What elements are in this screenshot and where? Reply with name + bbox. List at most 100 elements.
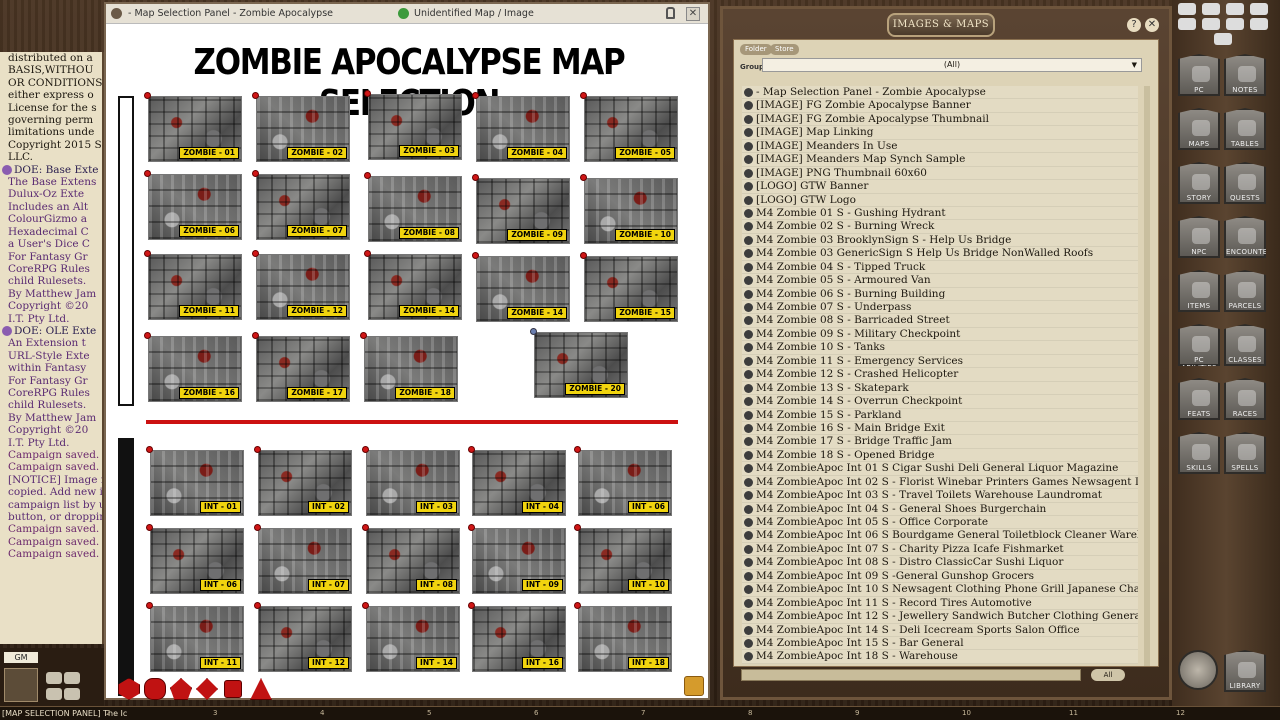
tool-icon[interactable] <box>1250 18 1268 30</box>
map-pin-icon[interactable] <box>252 92 259 99</box>
image-link-icon[interactable] <box>744 585 753 595</box>
map-thumbnail[interactable]: INT - 16 <box>468 602 566 672</box>
image-link-icon[interactable] <box>744 343 753 353</box>
list-item[interactable]: M4 Zombie 07 S - Underpass <box>742 301 1138 315</box>
image-link-icon[interactable] <box>744 303 753 312</box>
list-item[interactable]: M4 ZombieApoc Int 08 S - Distro ClassicC… <box>742 556 1138 570</box>
settings-icon[interactable] <box>1202 3 1220 15</box>
image-link-icon[interactable] <box>744 141 753 151</box>
image-link-icon[interactable] <box>744 652 753 662</box>
filter-input[interactable] <box>741 669 1081 681</box>
map-pin-icon[interactable] <box>468 524 475 531</box>
map-thumbnail[interactable]: INT - 12 <box>254 602 352 672</box>
list-item[interactable]: M4 Zombie 10 S - Tanks <box>742 341 1138 355</box>
sidebar-button-parcels[interactable]: PARCELS <box>1224 270 1266 312</box>
map-thumbnail[interactable]: ZOMBIE - 01 <box>144 92 242 162</box>
sidebar-button-maps[interactable]: MAPS <box>1178 108 1220 150</box>
list-item[interactable]: M4 ZombieApoc Int 14 S - Deli Icecream S… <box>742 623 1138 637</box>
toggle-icon[interactable] <box>1178 3 1196 15</box>
list-item[interactable]: M4 Zombie 06 S - Burning Building <box>742 287 1138 301</box>
map-pin-icon[interactable] <box>254 524 261 531</box>
image-link-icon[interactable] <box>744 289 753 299</box>
map-pin-icon[interactable] <box>580 252 587 259</box>
image-link-icon[interactable] <box>744 477 753 487</box>
map-thumbnail[interactable]: INT - 10 <box>574 524 672 594</box>
map-thumbnail[interactable]: ZOMBIE - 14 <box>472 252 570 322</box>
list-item[interactable]: M4 ZombieApoc Int 03 S - Travel Toilets … <box>742 489 1138 503</box>
d6-dice-icon[interactable] <box>224 680 242 698</box>
d4-dice-icon[interactable] <box>250 678 272 700</box>
sidebar-button-pc-abilities[interactable]: PC ABILITIES <box>1178 324 1220 366</box>
map-pin-icon[interactable] <box>574 602 581 609</box>
map-pin-icon[interactable] <box>574 524 581 531</box>
map-thumbnail[interactable]: INT - 11 <box>146 602 244 672</box>
image-link-icon[interactable] <box>744 450 753 460</box>
help-button[interactable]: ? <box>1127 18 1141 32</box>
map-pin-icon[interactable] <box>574 446 581 453</box>
map-thumbnail[interactable]: INT - 04 <box>468 446 566 516</box>
folder-tab[interactable]: Folder <box>740 44 772 55</box>
image-link-icon[interactable] <box>744 182 753 192</box>
list-item[interactable]: [LOGO] GTW Banner <box>742 180 1138 194</box>
sidebar-button-feats[interactable]: FEATS <box>1178 378 1220 420</box>
image-link-icon[interactable] <box>744 195 753 205</box>
image-link-icon[interactable] <box>744 612 753 622</box>
list-item[interactable]: M4 Zombie 01 S - Gushing Hydrant <box>742 206 1138 221</box>
sidebar-button-quests[interactable]: QUESTS <box>1224 162 1266 204</box>
image-link-icon[interactable] <box>744 518 753 527</box>
gear-icon[interactable] <box>1250 3 1268 15</box>
map-thumbnail[interactable]: INT - 08 <box>362 524 460 594</box>
list-item[interactable]: M4 ZombieApoc Int 15 S - Bar General <box>742 636 1138 651</box>
list-item[interactable]: M4 ZombieApoc Int 07 S - Charity Pizza I… <box>742 542 1138 557</box>
list-item[interactable]: M4 ZombieApoc Int 18 S - Warehouse <box>742 650 1138 664</box>
image-link-icon[interactable] <box>744 222 753 232</box>
map-thumbnail[interactable]: INT - 09 <box>468 524 566 594</box>
list-item[interactable]: M4 ZombieApoc Int 01 S Cigar Sushi Deli … <box>742 462 1138 476</box>
sidebar-button-items[interactable]: ITEMS <box>1178 270 1220 312</box>
sidebar-button-encounters[interactable]: ENCOUNTERS <box>1224 216 1266 258</box>
map-thumbnail[interactable]: ZOMBIE - 11 <box>144 250 242 320</box>
mode-button[interactable] <box>46 688 62 700</box>
list-item[interactable]: M4 Zombie 15 S - Parkland <box>742 408 1138 422</box>
map-thumbnail[interactable]: ZOMBIE - 20 <box>530 328 628 398</box>
image-link-icon[interactable] <box>744 168 753 178</box>
sidebar-button-skills[interactable]: SKILLS <box>1178 432 1220 474</box>
lock-icon[interactable] <box>666 7 675 19</box>
tool-icon[interactable] <box>1226 18 1244 30</box>
sidebar-button-spells[interactable]: SPELLS <box>1224 432 1266 474</box>
modifier-wheel-icon[interactable] <box>1178 650 1218 690</box>
list-item[interactable]: M4 Zombie 05 S - Armoured Van <box>742 274 1138 288</box>
list-item[interactable]: [IMAGE] FG Zombie Apocalypse Banner <box>742 99 1138 113</box>
map-pin-icon[interactable] <box>144 170 151 177</box>
map-thumbnail[interactable]: INT - 06 <box>574 446 672 516</box>
list-item[interactable]: M4 ZombieApoc Int 09 S -General Gunshop … <box>742 569 1138 584</box>
image-link-icon[interactable] <box>744 370 753 380</box>
map-pin-icon[interactable] <box>580 174 587 181</box>
sidebar-button-story[interactable]: STORY <box>1178 162 1220 204</box>
list-item[interactable]: M4 Zombie 13 S - Skatepark <box>742 381 1138 396</box>
mode-button[interactable] <box>64 688 80 700</box>
tool-icon[interactable] <box>1202 18 1220 30</box>
close-button[interactable]: ✕ <box>1145 18 1159 32</box>
sidebar-button-notes[interactable]: NOTES <box>1224 54 1266 96</box>
image-link-icon[interactable] <box>744 383 753 393</box>
image-link-icon[interactable] <box>744 88 753 97</box>
image-link-icon[interactable] <box>744 276 753 286</box>
map-pin-icon[interactable] <box>254 446 261 453</box>
map-thumbnail[interactable]: ZOMBIE - 04 <box>472 92 570 162</box>
map-thumbnail[interactable]: ZOMBIE - 05 <box>580 92 678 162</box>
image-link-icon[interactable] <box>744 598 753 608</box>
list-item[interactable]: M4 Zombie 02 S - Burning Wreck <box>742 220 1138 234</box>
map-pin-icon[interactable] <box>364 90 371 97</box>
image-link-icon[interactable] <box>744 208 753 218</box>
list-item[interactable]: M4 Zombie 04 S - Tipped Truck <box>742 260 1138 275</box>
images-maps-window[interactable]: IMAGES & MAPS ? ✕ Folder Store Group (Al… <box>720 6 1172 700</box>
map-thumbnail[interactable]: ZOMBIE - 14 <box>364 250 462 320</box>
map-thumbnail[interactable]: INT - 06 <box>146 524 244 594</box>
image-link-icon[interactable] <box>744 423 753 433</box>
image-link-icon[interactable] <box>744 249 753 259</box>
sidebar-button-classes[interactable]: CLASSES <box>1224 324 1266 366</box>
list-item[interactable]: [IMAGE] Meanders In Use <box>742 139 1138 154</box>
map-pin-icon[interactable] <box>146 524 153 531</box>
image-link-icon[interactable] <box>744 329 753 339</box>
